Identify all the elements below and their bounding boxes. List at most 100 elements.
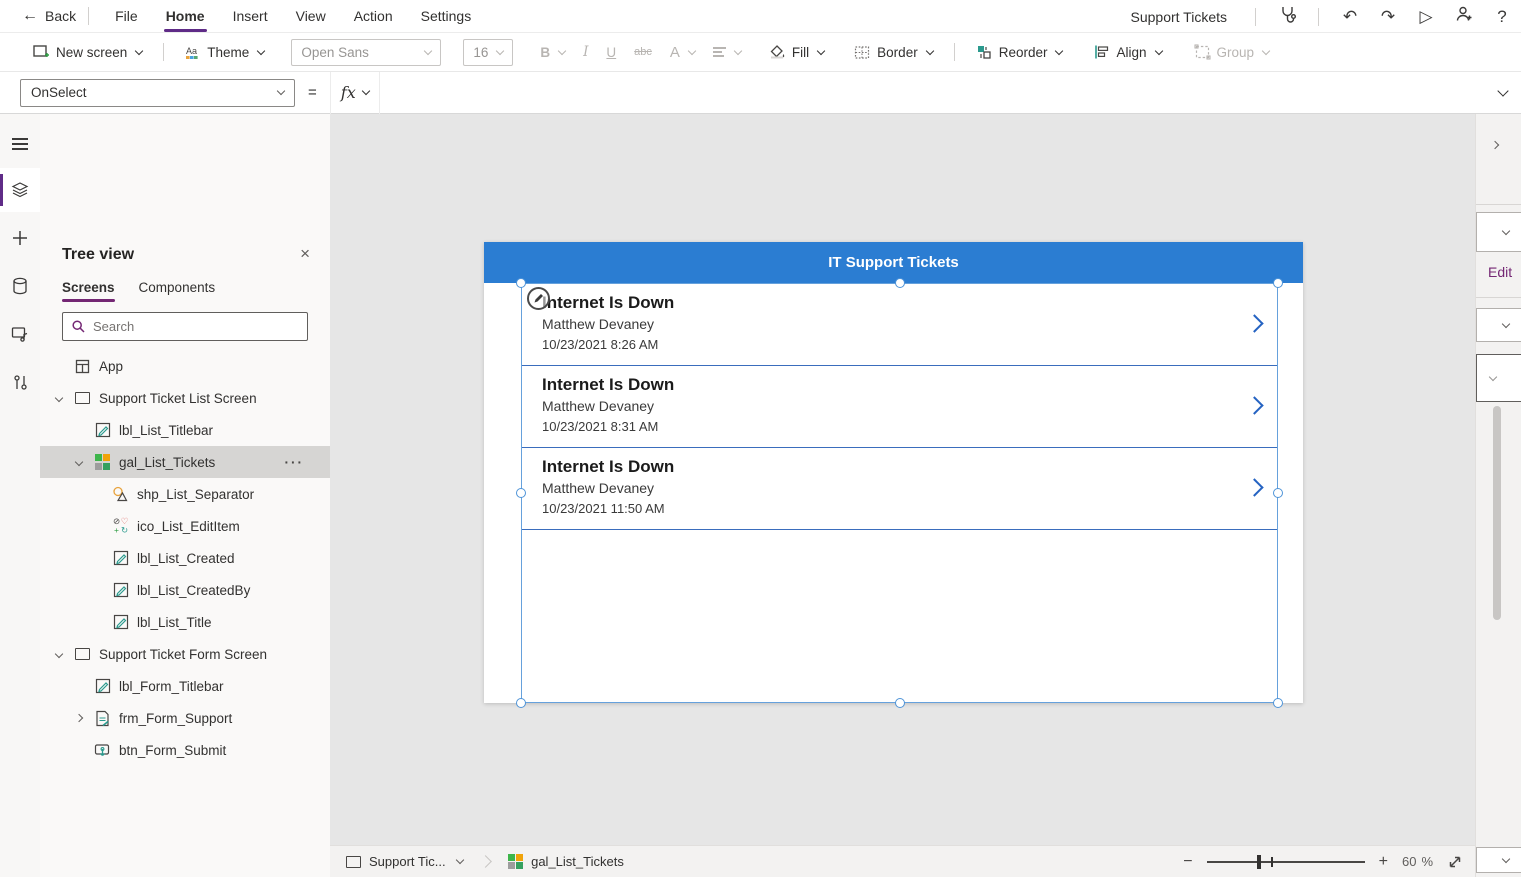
resize-handle-top-right[interactable] [1273,278,1283,288]
item-overflow-menu[interactable]: ··· [285,455,305,470]
menu-settings[interactable]: Settings [407,0,486,33]
resize-handle-top-left[interactable] [516,278,526,288]
theme-button[interactable]: Aa Theme [176,37,273,67]
rail-advanced-tools-button[interactable] [0,360,40,404]
chevron-down-icon[interactable] [54,393,64,403]
tree-item-lbl-form-titlebar[interactable]: lbl_Form_Titlebar [40,670,330,702]
app-checker-icon[interactable] [1268,5,1306,29]
edit-link[interactable]: Edit [1488,264,1512,280]
tree-item-gal-list-tickets[interactable]: gal_List_Tickets ··· [40,446,330,478]
menu-home[interactable]: Home [152,0,219,33]
group-button[interactable]: Group [1185,37,1279,67]
current-screen-selector[interactable]: Support Tic... [369,854,446,869]
rail-insert-button[interactable] [0,216,40,260]
tree-item-list-screen[interactable]: Support Ticket List Screen [40,382,330,414]
chevron-down-icon[interactable] [455,855,464,865]
tree-item-lbl-list-titlebar[interactable]: lbl_List_Titlebar [40,414,330,446]
tab-components[interactable]: Components [139,280,216,302]
tree-item-lbl-list-title[interactable]: lbl_List_Title [40,606,330,638]
property-selector[interactable]: OnSelect [20,78,295,107]
search-input[interactable] [93,319,273,334]
left-rail [0,114,40,877]
tree-item-lbl-list-createdby[interactable]: lbl_List_CreatedBy [40,574,330,606]
tree-item-label: lbl_List_Titlebar [119,422,214,438]
chevron-right-icon[interactable] [74,713,84,723]
ticket-date: 10/23/2021 8:31 AM [542,419,659,434]
back-button[interactable]: ← Back [22,7,76,25]
align-button[interactable]: Align [1085,37,1170,67]
app-titlebar[interactable]: IT Support Tickets [484,242,1303,283]
close-icon[interactable]: × [300,244,310,264]
gallery-item-1[interactable]: Internet Is Down Matthew Devaney 10/23/2… [522,284,1277,366]
group-icon [1193,44,1211,60]
tree-item-ico-list-edititem[interactable]: ⊘ ♡ + ↻ ico_List_EditItem [40,510,330,542]
italic-label: I [583,44,589,60]
tab-screens[interactable]: Screens [62,280,115,302]
border-button[interactable]: Border [845,37,942,67]
tree-item-label: lbl_List_Created [137,550,235,566]
panel-dropdown-1[interactable] [1476,212,1521,252]
gallery-item-3[interactable]: Internet Is Down Matthew Devaney 10/23/2… [522,448,1277,530]
tree-search-box[interactable] [62,312,308,341]
menu-insert[interactable]: Insert [219,0,282,33]
panel-dropdown-2[interactable] [1476,308,1521,342]
menu-file[interactable]: File [101,0,152,33]
gallery-item-2[interactable]: Internet Is Down Matthew Devaney 10/23/2… [522,366,1277,448]
bold-button[interactable]: B [531,37,574,67]
reorder-button[interactable]: Reorder [967,37,1072,67]
resize-handle-bottom-left[interactable] [516,698,526,708]
zoom-slider[interactable] [1206,854,1365,869]
redo-icon[interactable]: ↷ [1369,7,1407,27]
tree-item-app[interactable]: App [40,350,330,382]
panel-collapse-chevron-icon[interactable] [1490,140,1500,150]
tree-item-lbl-list-created[interactable]: lbl_List_Created [40,542,330,574]
panel-scrollbar[interactable] [1493,406,1501,620]
fx-button[interactable]: fx [329,71,380,114]
new-screen-button[interactable]: New screen [24,37,151,67]
zoom-out-button[interactable]: − [1183,853,1192,871]
fill-button[interactable]: Fill [760,37,833,67]
gallery-control[interactable]: Internet Is Down Matthew Devaney 10/23/2… [516,278,1283,708]
panel-dropdown-3[interactable] [1476,354,1521,402]
font-family-combobox[interactable]: Open Sans [291,38,442,66]
resize-handle-top-center[interactable] [894,278,905,288]
undo-icon[interactable]: ↶ [1331,7,1369,27]
share-user-icon[interactable] [1445,5,1483,28]
rail-tree-view-button[interactable] [0,168,40,212]
resize-handle-mid-left[interactable] [516,488,526,498]
edit-item-icon[interactable] [527,287,550,310]
formula-bar-expand-button[interactable] [1481,85,1521,97]
font-color-button[interactable]: A [661,37,704,67]
tree-item-form-screen[interactable]: Support Ticket Form Screen [40,638,330,670]
formula-input[interactable]: Set(varRecordTicket, ThisItem); EditForm… [380,72,1481,113]
tree-item-btn-form-submit[interactable]: btn_Form_Submit [40,734,330,766]
zoom-slider-thumb[interactable] [1256,854,1261,869]
resize-handle-bottom-center[interactable] [894,698,905,708]
chevron-down-icon[interactable] [54,649,64,659]
menu-view[interactable]: View [282,0,340,33]
underline-button[interactable]: U [597,37,625,67]
collapse-menu-button[interactable] [0,122,40,166]
rail-data-button[interactable] [0,264,40,308]
chevron-down-icon [424,46,433,55]
resize-handle-mid-right[interactable] [1273,488,1283,498]
plus-icon [13,231,27,245]
help-icon[interactable]: ? [1483,7,1521,27]
rail-media-button[interactable] [0,312,40,356]
panel-dropdown-bottom[interactable] [1476,847,1521,873]
font-size-combobox[interactable]: 16 [463,38,514,66]
fit-to-window-icon[interactable] [1447,854,1463,870]
menu-action[interactable]: Action [340,0,407,33]
strikethrough-button[interactable]: abc [625,37,661,67]
tree-item-frm-form-support[interactable]: frm_Form_Support [40,702,330,734]
design-canvas[interactable]: IT Support Tickets Internet Is Down Matt… [330,114,1475,845]
text-align-button[interactable] [704,37,750,67]
tree-item-shp-list-separator[interactable]: shp_List_Separator [40,478,330,510]
zoom-in-button[interactable]: + [1379,853,1388,871]
resize-handle-bottom-right[interactable] [1273,698,1283,708]
theme-label: Theme [207,44,250,60]
chevron-down-icon[interactable] [74,457,84,467]
italic-button[interactable]: I [574,37,597,67]
screen-icon [74,390,91,407]
play-preview-icon[interactable]: ▷ [1407,7,1445,27]
